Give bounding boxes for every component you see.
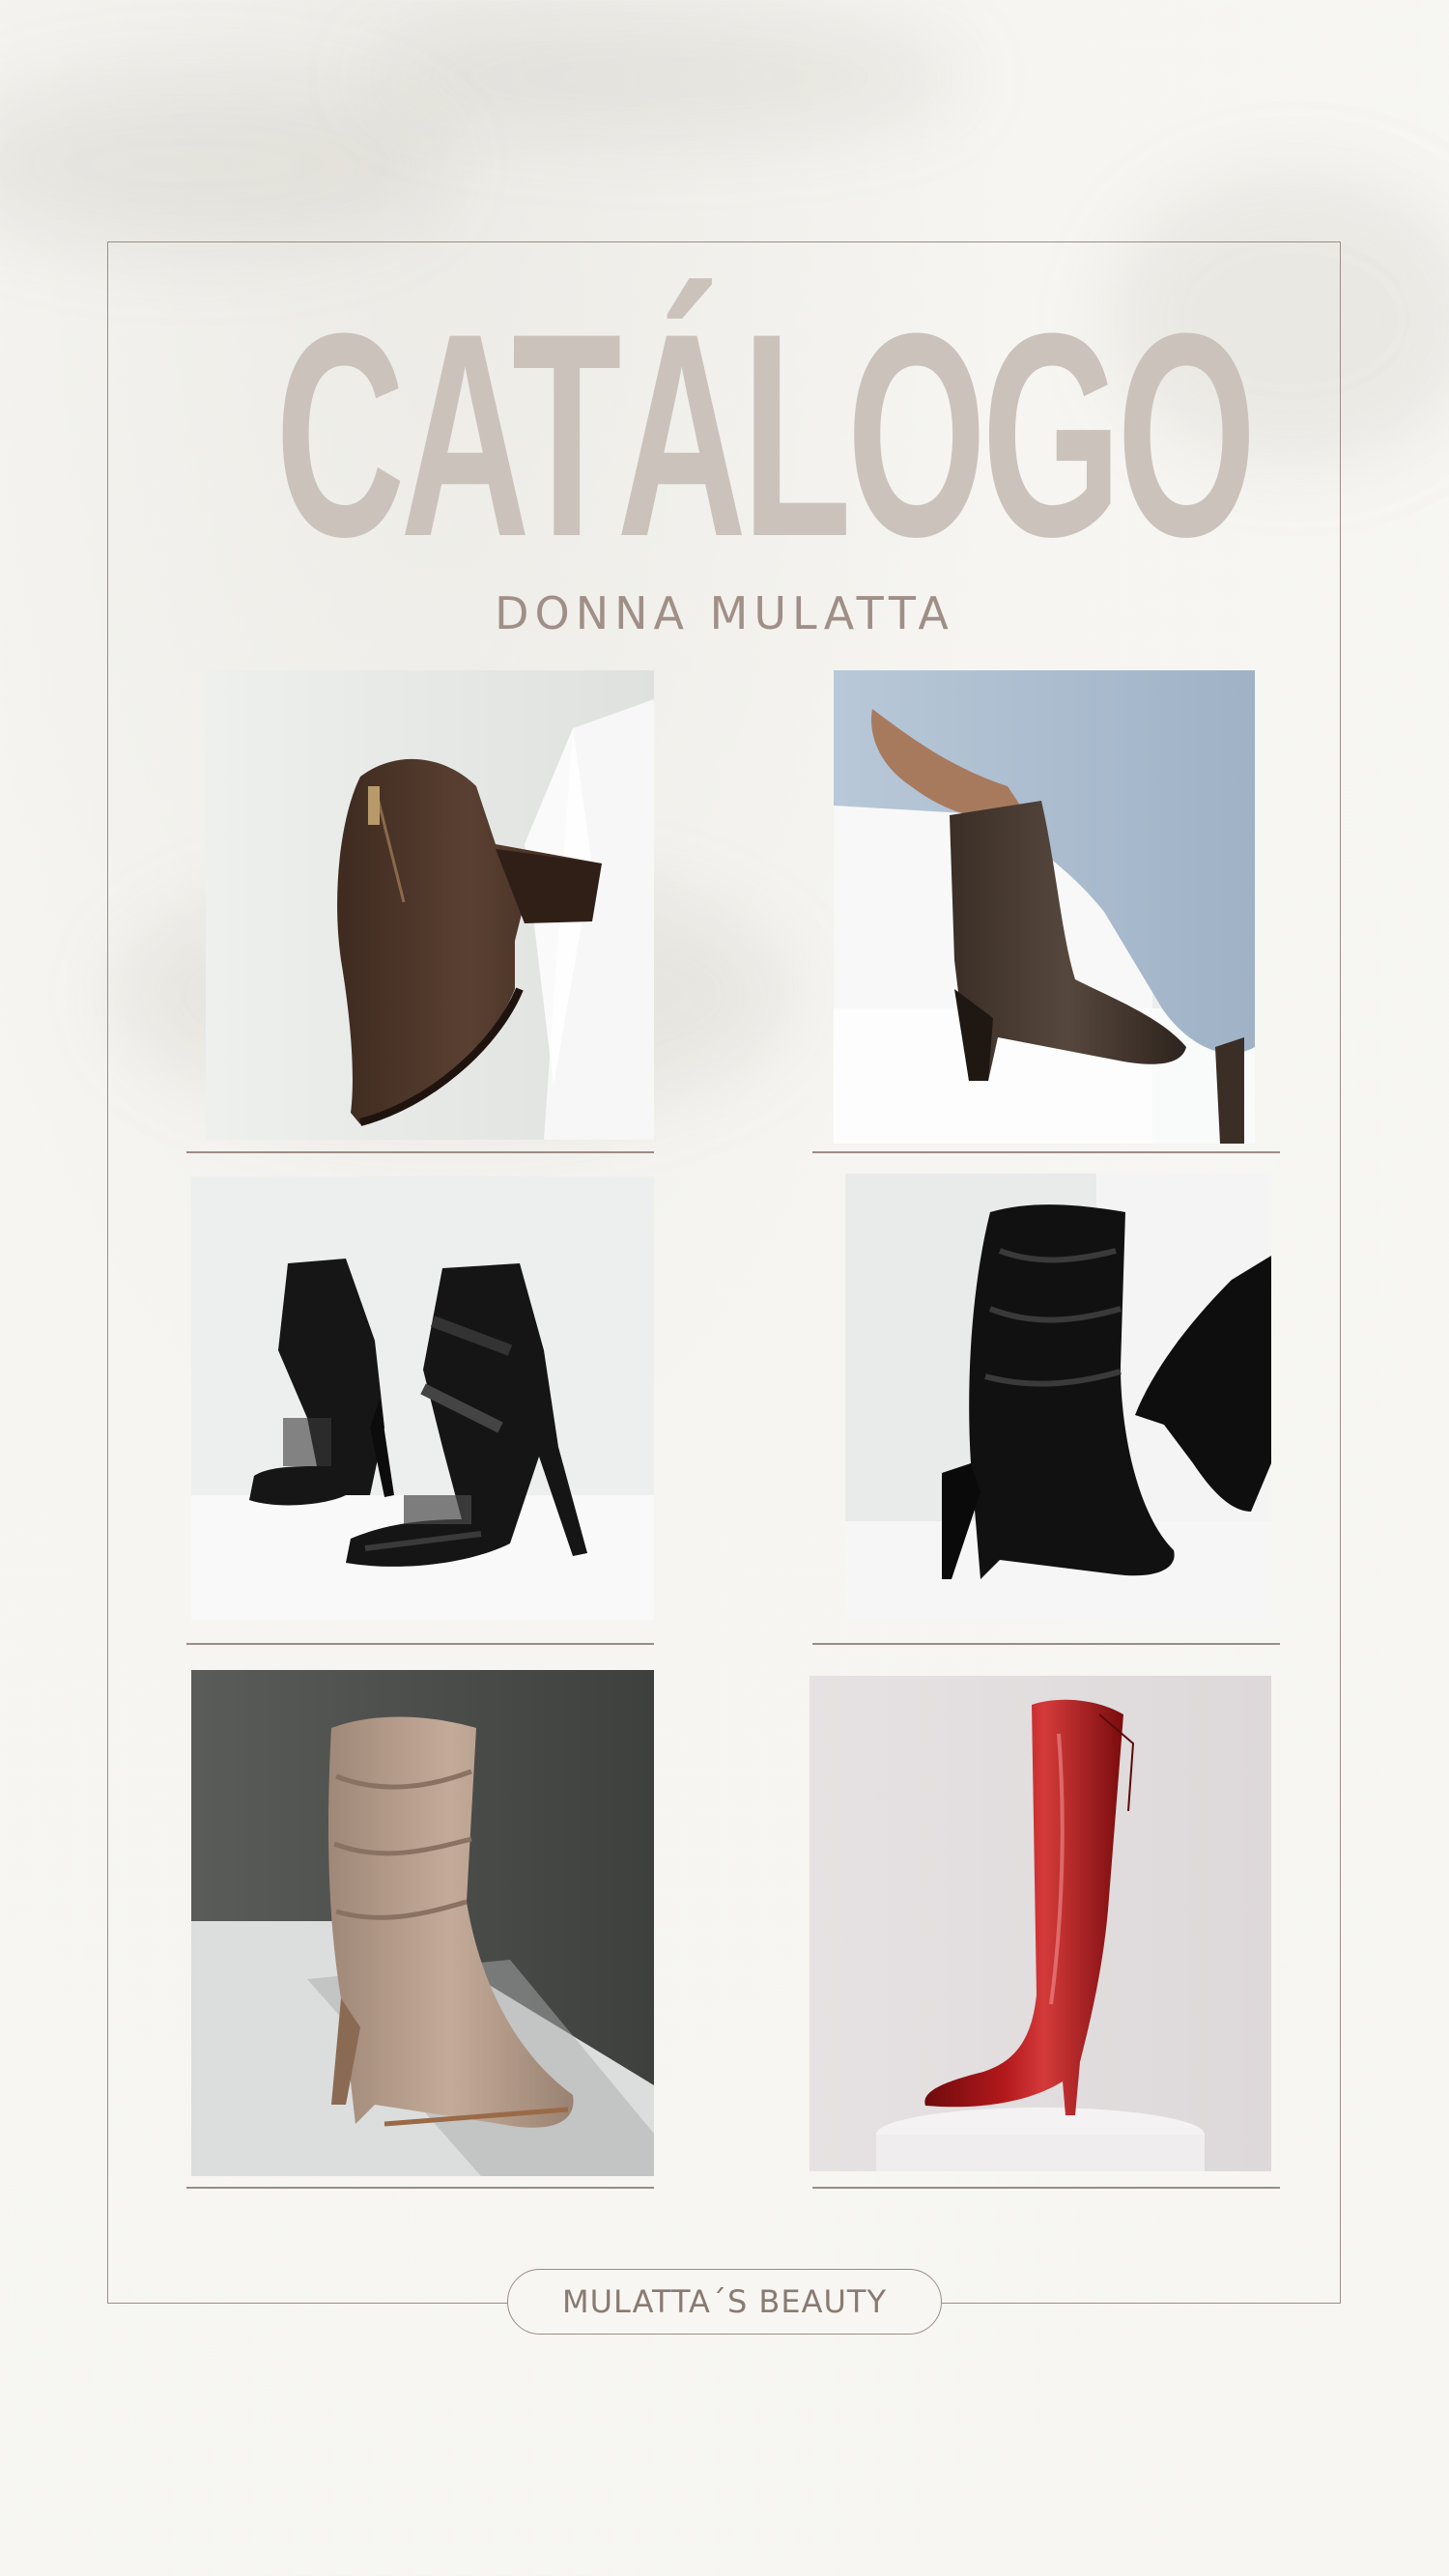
brand-badge: MULATTA´S BEAUTY <box>507 2269 942 2335</box>
divider-line <box>812 1151 1280 1153</box>
leaf-shadow <box>0 77 444 251</box>
product-photo-black-strappy-heels[interactable] <box>191 1176 654 1620</box>
divider-line <box>186 2187 654 2189</box>
product-photo-brown-ankle-boot[interactable] <box>206 670 654 1140</box>
catalog-title: CATÁLOGO <box>275 272 1257 597</box>
red-knee-boot-icon <box>810 1676 1271 2171</box>
brown-ankle-boot-icon <box>206 670 654 1140</box>
brown-mid-calf-boot-icon <box>834 670 1255 1144</box>
leaf-shadow <box>367 19 966 135</box>
divider-line <box>186 1151 654 1153</box>
product-photo-beige-suede-boot[interactable] <box>191 1670 654 2176</box>
product-photo-black-slouch-boot[interactable] <box>845 1174 1271 1621</box>
black-strappy-heels-icon <box>191 1176 654 1620</box>
divider-line <box>812 1643 1280 1645</box>
black-slouch-boot-icon <box>845 1174 1271 1621</box>
product-photo-brown-mid-calf-boot[interactable] <box>834 670 1255 1144</box>
divider-line <box>186 1643 654 1645</box>
product-photo-red-knee-boot[interactable] <box>810 1676 1271 2171</box>
divider-line <box>812 2187 1280 2189</box>
catalog-subtitle: DONNA MULATTA <box>495 587 954 639</box>
brand-label: MULATTA´S BEAUTY <box>562 2283 887 2320</box>
beige-suede-boot-icon <box>191 1670 654 2176</box>
